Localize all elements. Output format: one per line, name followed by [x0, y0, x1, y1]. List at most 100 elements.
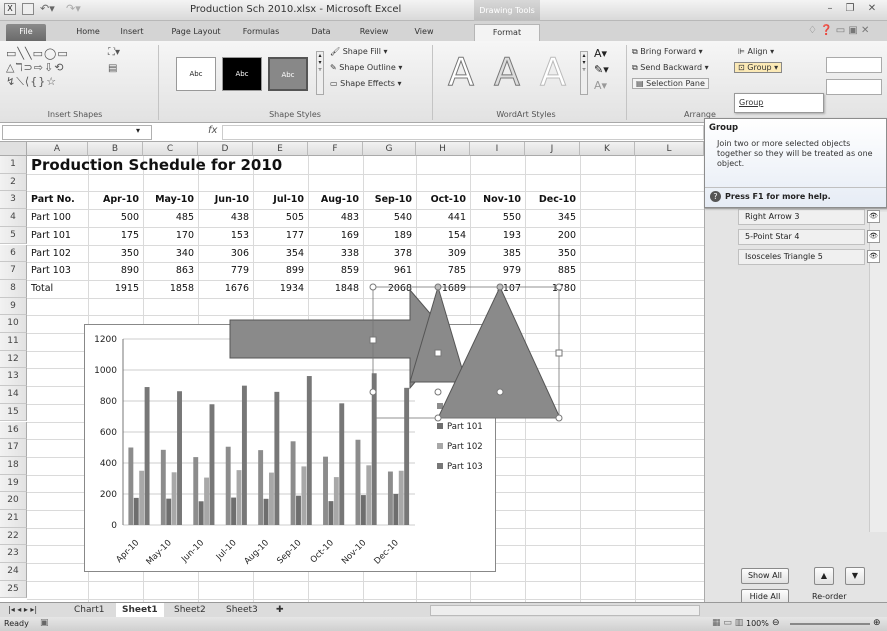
data-cell[interactable]: 354 — [253, 248, 304, 259]
column-label[interactable]: Aug-10 — [308, 194, 359, 205]
drawing-shapes[interactable] — [220, 282, 600, 432]
fx-icon[interactable]: fx — [208, 125, 217, 136]
row-header-3[interactable]: 3 — [0, 191, 27, 210]
sheet-nav-icon[interactable]: |◂ ◂ ▸ ▸| — [2, 603, 43, 617]
data-cell[interactable]: 483 — [308, 212, 359, 223]
selection-handle[interactable] — [369, 336, 377, 344]
data-cell[interactable]: 385 — [470, 248, 521, 259]
row-header-16[interactable]: 16 — [0, 421, 27, 440]
help-icon[interactable]: ♢ ❓ ▭ ▣ ✕ — [808, 25, 869, 36]
data-cell[interactable]: 890 — [88, 265, 139, 276]
selection-handle[interactable] — [369, 388, 377, 396]
data-cell[interactable]: 350 — [88, 248, 139, 259]
row-header-14[interactable]: 14 — [0, 386, 27, 404]
zoom-in-icon[interactable]: ⊕ — [873, 618, 881, 628]
tab-insert[interactable]: Insert — [112, 24, 152, 41]
data-cell[interactable]: 309 — [416, 248, 466, 259]
selection-handle[interactable] — [369, 283, 377, 291]
move-up-icon[interactable]: ▲ — [814, 567, 834, 585]
row-header-19[interactable]: 19 — [0, 474, 27, 493]
data-cell[interactable]: 340 — [143, 248, 194, 259]
style-gallery-scroll[interactable]: ▴ ▾ ▿ — [316, 51, 324, 95]
selection-handle[interactable] — [496, 388, 504, 396]
row-header-13[interactable]: 13 — [0, 368, 27, 387]
row-label[interactable]: Part 103 — [31, 265, 71, 276]
tab-sheet1[interactable]: Sheet1 — [116, 603, 164, 617]
row-header-17[interactable]: 17 — [0, 439, 27, 457]
selection-handle[interactable] — [434, 388, 442, 396]
style-preset-black[interactable]: Abc — [222, 57, 262, 91]
selection-handle[interactable] — [555, 414, 563, 422]
name-box[interactable] — [2, 125, 152, 140]
data-cell[interactable]: 885 — [525, 265, 576, 276]
tab-home[interactable]: Home — [70, 24, 106, 41]
column-header-B[interactable]: B — [88, 142, 143, 156]
shapes-gallery-row3[interactable]: ↯⟍⟨{}☆ — [6, 75, 57, 89]
sheet-title[interactable]: Production Schedule for 2010 — [31, 156, 282, 174]
shape-outline-button[interactable]: ✎ Shape Outline ▾ — [330, 63, 402, 72]
rotation-handle[interactable] — [496, 283, 504, 291]
column-header-J[interactable]: J — [525, 142, 580, 156]
column-label[interactable]: Apr-10 — [88, 194, 139, 205]
selection-handle[interactable] — [555, 349, 563, 357]
data-cell[interactable]: 500 — [88, 212, 139, 223]
row-header-24[interactable]: 24 — [0, 563, 27, 581]
shape-effects-button[interactable]: ▭ Shape Effects ▾ — [330, 79, 401, 88]
data-cell[interactable]: 779 — [198, 265, 249, 276]
data-cell[interactable]: 154 — [416, 230, 466, 241]
select-all-corner[interactable] — [0, 142, 27, 156]
style-preset-gray[interactable]: Abc — [268, 57, 308, 91]
show-all-button[interactable]: Show All — [741, 568, 789, 584]
zoom-out-icon[interactable]: ⊖ — [772, 618, 780, 628]
row-label[interactable]: Total — [31, 283, 53, 294]
shapes-gallery-row1[interactable]: ▭╲╲▭◯▭ — [6, 47, 69, 60]
tab-data[interactable]: Data — [306, 24, 336, 41]
wordart-gallery-scroll[interactable]: ▴ ▾ ▿ — [580, 51, 588, 95]
row-label[interactable]: Part 100 — [31, 212, 71, 223]
text-fill-icon[interactable]: A▾ — [594, 47, 607, 60]
tab-file[interactable]: File — [6, 24, 46, 41]
row-header-2[interactable]: 2 — [0, 173, 27, 192]
data-cell[interactable]: 505 — [253, 212, 304, 223]
row-header-11[interactable]: 11 — [0, 333, 27, 351]
column-header-D[interactable]: D — [198, 142, 253, 156]
data-cell[interactable]: 200 — [525, 230, 576, 241]
bring-forward-button[interactable]: ⧉ Bring Forward ▾ — [632, 47, 703, 57]
edit-shape-icon[interactable]: ⛶▾ — [108, 47, 120, 58]
row-header-12[interactable]: 12 — [0, 350, 27, 369]
column-header-H[interactable]: H — [416, 142, 470, 156]
tab-review[interactable]: Review — [352, 24, 396, 41]
data-cell[interactable]: 441 — [416, 212, 466, 223]
wordart-style-2[interactable]: A — [486, 50, 528, 95]
data-cell[interactable]: 863 — [143, 265, 194, 276]
column-header-A[interactable]: A — [27, 142, 88, 156]
data-cell[interactable]: 1858 — [143, 283, 194, 294]
selection-handle[interactable] — [434, 414, 442, 422]
data-cell[interactable]: 189 — [363, 230, 412, 241]
column-label[interactable]: Part No. — [31, 194, 75, 205]
data-cell[interactable]: 859 — [308, 265, 359, 276]
data-cell[interactable]: 345 — [525, 212, 576, 223]
text-outline-icon[interactable]: ✎▾ — [594, 63, 609, 76]
data-cell[interactable]: 170 — [143, 230, 194, 241]
align-button[interactable]: ⊫ Align ▾ — [738, 47, 774, 56]
tab-format[interactable]: Format — [474, 24, 540, 41]
data-cell[interactable]: 899 — [253, 265, 304, 276]
macro-record-icon[interactable]: ▣ — [40, 618, 49, 628]
data-cell[interactable]: 1915 — [88, 283, 139, 294]
data-cell[interactable]: 177 — [253, 230, 304, 241]
data-cell[interactable]: 153 — [198, 230, 249, 241]
text-effects-icon[interactable]: A▾ — [594, 79, 607, 92]
data-cell[interactable]: 540 — [363, 212, 412, 223]
pane-item-star[interactable]: 5-Point Star 4 — [738, 229, 865, 245]
column-label[interactable]: Oct-10 — [416, 194, 466, 205]
data-cell[interactable]: 961 — [363, 265, 412, 276]
row-header-20[interactable]: 20 — [0, 492, 27, 510]
row-header-7[interactable]: 7 — [0, 262, 27, 280]
row-header-25[interactable]: 25 — [0, 580, 27, 599]
width-input[interactable] — [826, 79, 882, 95]
row-label[interactable]: Part 102 — [31, 248, 71, 259]
data-cell[interactable]: 193 — [470, 230, 521, 241]
row-header-15[interactable]: 15 — [0, 403, 27, 422]
column-header-G[interactable]: G — [363, 142, 416, 156]
